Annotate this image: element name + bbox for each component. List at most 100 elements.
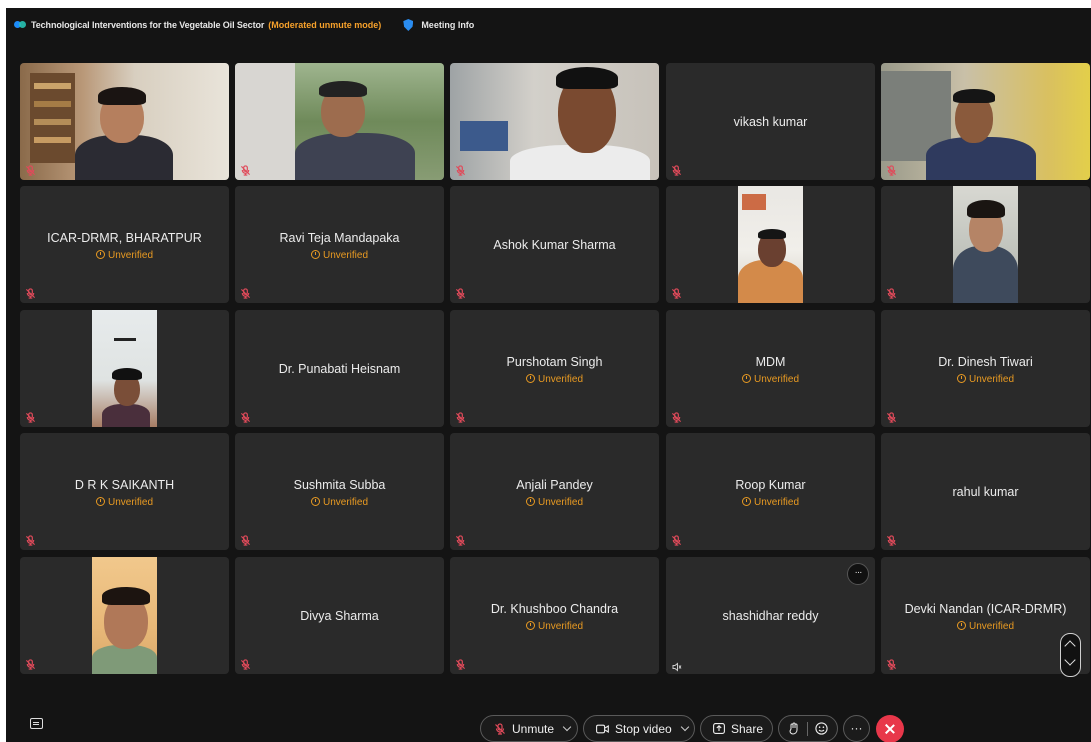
muted-mic-icon [671, 288, 682, 299]
share-label: Share [731, 721, 764, 736]
participant-video [881, 63, 1090, 180]
warning-clock-icon [525, 374, 535, 383]
chevron-down-icon[interactable] [680, 722, 689, 732]
unverified-badge: Unverified [20, 250, 229, 261]
raise-hand-icon[interactable] [788, 722, 800, 735]
share-button[interactable]: Share [700, 715, 773, 742]
participant-tile[interactable]: D R K SAIKANTH Unverified [20, 433, 229, 550]
grid-scroll-control[interactable] [1060, 633, 1081, 677]
muted-mic-icon [240, 659, 251, 670]
stop-video-label: Stop video [615, 721, 672, 736]
unverified-label: Unverified [322, 250, 369, 261]
participant-tile[interactable] [20, 63, 229, 180]
participant-tile[interactable] [666, 186, 875, 303]
unverified-badge: Unverified [666, 497, 875, 508]
more-options-button[interactable]: ··· [843, 715, 870, 742]
muted-mic-icon [495, 722, 505, 735]
participant-tile[interactable]: shashidhar reddy ··· [666, 557, 875, 674]
muted-mic-icon [240, 165, 251, 176]
participant-tile[interactable]: Roop Kumar Unverified [666, 433, 875, 550]
unverified-badge: Unverified [450, 621, 659, 632]
meeting-info-button[interactable]: Meeting Info [421, 20, 474, 30]
muted-mic-icon [886, 288, 897, 299]
participant-name: vikash kumar [733, 115, 808, 129]
muted-mic-icon [455, 412, 466, 423]
participant-tile[interactable] [450, 63, 659, 180]
participant-tile[interactable]: Ashok Kumar Sharma [450, 186, 659, 303]
unverified-badge: Unverified [881, 374, 1090, 385]
participant-video [881, 186, 1090, 303]
participant-tile[interactable]: Purshotam Singh Unverified [450, 310, 659, 427]
participant-tile[interactable] [881, 63, 1090, 180]
participant-name: shashidhar reddy [722, 609, 819, 623]
participant-tile[interactable]: Anjali Pandey Unverified [450, 433, 659, 550]
unverified-badge: Unverified [666, 374, 875, 385]
warning-clock-icon [310, 497, 320, 506]
stop-video-button[interactable]: Stop video [583, 715, 695, 742]
participant-name: Dr. Punabati Heisnam [278, 362, 401, 376]
muted-mic-icon [25, 535, 36, 546]
muted-mic-icon [25, 412, 36, 423]
muted-mic-icon [25, 165, 36, 176]
warning-clock-icon [95, 497, 105, 506]
unverified-label: Unverified [107, 250, 154, 261]
participant-tile[interactable]: Dr. Dinesh Tiwari Unverified [881, 310, 1090, 427]
unverified-badge: Unverified [20, 497, 229, 508]
meeting-toolbar: Unmute Stop video Share ··· [6, 708, 1091, 742]
video-camera-icon [596, 724, 609, 733]
unverified-label: Unverified [753, 374, 800, 385]
tile-more-options-icon[interactable]: ··· [847, 563, 869, 585]
participant-tile[interactable]: Ravi Teja Mandapaka Unverified [235, 186, 444, 303]
participant-tile[interactable]: vikash kumar [666, 63, 875, 180]
captions-icon[interactable] [30, 718, 43, 729]
unmute-label: Unmute [512, 721, 555, 736]
chevron-down-icon[interactable] [1064, 654, 1076, 666]
unverified-label: Unverified [968, 621, 1015, 632]
unverified-label: Unverified [537, 621, 584, 632]
participant-tile[interactable]: Dr. Punabati Heisnam [235, 310, 444, 427]
warning-clock-icon [525, 621, 535, 630]
participant-video [666, 186, 875, 303]
participant-tile[interactable]: Divya Sharma [235, 557, 444, 674]
muted-mic-icon [886, 659, 897, 670]
participant-name: Roop Kumar [735, 478, 806, 492]
participant-tile[interactable]: ICAR-DRMR, BHARATPUR Unverified [20, 186, 229, 303]
participant-video [235, 63, 444, 180]
participant-name: Ravi Teja Mandapaka [279, 231, 400, 245]
participant-name: Anjali Pandey [516, 478, 593, 492]
participant-tile[interactable]: Dr. Khushboo Chandra Unverified [450, 557, 659, 674]
participant-tile[interactable] [235, 63, 444, 180]
participant-video [20, 557, 229, 674]
muted-mic-icon [886, 165, 897, 176]
participant-tile[interactable]: Devki Nandan (ICAR-DRMR) Unverified [881, 557, 1090, 674]
reaction-icon[interactable] [815, 722, 828, 735]
meeting-mode: (Moderated unmute mode) [268, 20, 382, 30]
participant-name: Dr. Dinesh Tiwari [938, 355, 1033, 369]
unverified-label: Unverified [107, 497, 154, 508]
muted-mic-icon [671, 535, 682, 546]
participant-tile[interactable] [20, 557, 229, 674]
participant-tile[interactable]: Sushmita Subba Unverified [235, 433, 444, 550]
warning-clock-icon [525, 497, 535, 506]
participant-tile[interactable]: rahul kumar [881, 433, 1090, 550]
unverified-label: Unverified [753, 497, 800, 508]
divider [807, 721, 808, 736]
muted-mic-icon [671, 412, 682, 423]
participant-name: rahul kumar [952, 485, 1019, 499]
leave-meeting-button[interactable] [876, 715, 904, 742]
participant-name: Ashok Kumar Sharma [493, 238, 616, 252]
participant-tile[interactable] [20, 310, 229, 427]
chevron-down-icon[interactable] [562, 722, 572, 732]
participant-video [450, 63, 659, 180]
chevron-up-icon[interactable] [1064, 640, 1076, 652]
participant-tile[interactable]: MDM Unverified [666, 310, 875, 427]
participant-name: D R K SAIKANTH [74, 478, 175, 492]
participant-name: MDM [755, 355, 786, 369]
participant-tile[interactable] [881, 186, 1090, 303]
unverified-label: Unverified [537, 374, 584, 385]
unmute-button[interactable]: Unmute [480, 715, 578, 742]
muted-mic-icon [240, 288, 251, 299]
muted-mic-icon [671, 165, 682, 176]
participant-name: Divya Sharma [300, 609, 379, 623]
shield-icon[interactable] [403, 19, 414, 31]
